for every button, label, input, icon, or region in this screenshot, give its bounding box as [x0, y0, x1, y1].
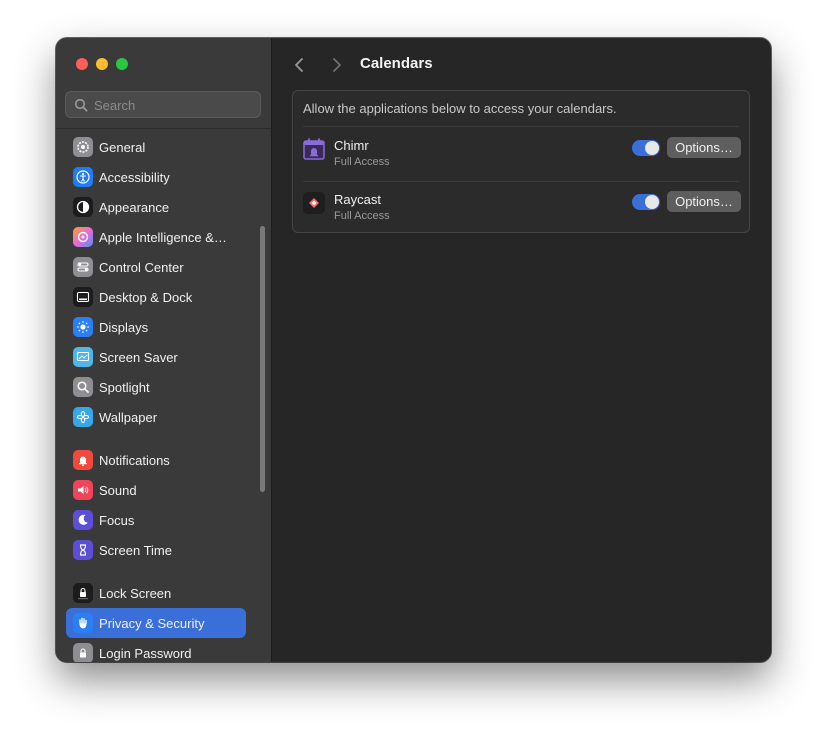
- sidebar-item-appearance[interactable]: Appearance: [66, 192, 246, 222]
- minimize-window-button[interactable]: [96, 58, 108, 70]
- sidebar-item-focus[interactable]: Focus: [66, 505, 246, 535]
- sidebar: General Accessibility Appearance Apple I…: [56, 38, 272, 662]
- app-name: Chimr: [334, 138, 369, 153]
- sidebar-item-privacy-security[interactable]: Privacy & Security: [66, 608, 246, 638]
- calendar-access-panel: Allow the applications below to access y…: [292, 90, 750, 233]
- search-field[interactable]: [65, 91, 261, 118]
- app-access-level: Full Access: [334, 156, 390, 168]
- sidebar-item-label: Displays: [99, 319, 149, 335]
- toggle-knob: [645, 195, 659, 209]
- accessibility-icon: [73, 167, 93, 187]
- search-input[interactable]: [92, 95, 256, 116]
- control-center-icon: [73, 257, 93, 277]
- app-row-raycast: Raycast Full Access Options…: [293, 181, 749, 235]
- sidebar-item-spotlight[interactable]: Spotlight: [66, 372, 246, 402]
- login-password-icon: [73, 643, 93, 662]
- privacy-hand-icon: [73, 613, 93, 633]
- raycast-icon: [303, 192, 325, 214]
- sidebar-item-label: Screen Saver: [99, 349, 178, 365]
- sidebar-item-label: Apple Intelligence &…: [99, 229, 227, 245]
- sidebar-scrollbar[interactable]: [260, 226, 265, 492]
- close-window-button[interactable]: [76, 58, 88, 70]
- sidebar-item-label: Desktop & Dock: [99, 289, 193, 305]
- sidebar-item-label: Wallpaper: [99, 409, 158, 425]
- screen-time-icon: [73, 540, 93, 560]
- search-icon: [74, 98, 88, 112]
- sidebar-item-screen-time[interactable]: Screen Time: [66, 535, 246, 565]
- wallpaper-icon: [73, 407, 93, 427]
- sidebar-item-label: Spotlight: [99, 379, 150, 395]
- apple-intelligence-icon: [73, 227, 93, 247]
- forward-chevron-icon[interactable]: [326, 54, 346, 76]
- chimr-icon: [303, 138, 325, 160]
- dock-icon: [73, 287, 93, 307]
- main-content: Calendars Allow the applications below t…: [272, 38, 771, 662]
- sidebar-item-screen-saver[interactable]: Screen Saver: [66, 342, 246, 372]
- chimr-access-toggle[interactable]: [632, 140, 660, 156]
- sidebar-item-label: Focus: [99, 512, 135, 528]
- sidebar-item-notifications[interactable]: Notifications: [66, 445, 246, 475]
- sidebar-item-login-password[interactable]: Login Password: [66, 638, 246, 662]
- sidebar-item-label: Control Center: [99, 259, 184, 275]
- appearance-icon: [73, 197, 93, 217]
- sidebar-item-sound[interactable]: Sound: [66, 475, 246, 505]
- toggle-knob: [645, 141, 659, 155]
- sidebar-item-lock-screen[interactable]: Lock Screen: [66, 578, 246, 608]
- sidebar-item-label: General: [99, 139, 146, 155]
- sidebar-item-label: Login Password: [99, 645, 192, 661]
- sidebar-item-label: Accessibility: [99, 169, 170, 185]
- sidebar-item-general[interactable]: General: [66, 132, 246, 162]
- notifications-icon: [73, 450, 93, 470]
- app-name: Raycast: [334, 192, 381, 207]
- raycast-access-toggle[interactable]: [632, 194, 660, 210]
- chimr-options-button[interactable]: Options…: [667, 137, 741, 158]
- settings-window: General Accessibility Appearance Apple I…: [56, 38, 771, 662]
- sidebar-item-label: Sound: [99, 482, 137, 498]
- screen-saver-icon: [73, 347, 93, 367]
- sidebar-item-desktop-dock[interactable]: Desktop & Dock: [66, 282, 246, 312]
- sidebar-item-apple-intelligence[interactable]: Apple Intelligence &…: [66, 222, 246, 252]
- back-chevron-icon[interactable]: [290, 54, 310, 76]
- sidebar-list: General Accessibility Appearance Apple I…: [56, 131, 271, 662]
- page-title: Calendars: [360, 55, 433, 72]
- sound-icon: [73, 480, 93, 500]
- lock-screen-icon: [73, 583, 93, 603]
- sidebar-item-label: Lock Screen: [99, 585, 172, 601]
- app-access-level: Full Access: [334, 210, 390, 222]
- displays-icon: [73, 317, 93, 337]
- app-row-chimr: Chimr Full Access Options…: [293, 127, 749, 181]
- sidebar-item-label: Notifications: [99, 452, 170, 468]
- sidebar-item-label: Appearance: [99, 199, 170, 215]
- sidebar-item-wallpaper[interactable]: Wallpaper: [66, 402, 246, 432]
- zoom-window-button[interactable]: [116, 58, 128, 70]
- raycast-options-button[interactable]: Options…: [667, 191, 741, 212]
- sidebar-item-control-center[interactable]: Control Center: [66, 252, 246, 282]
- sidebar-item-accessibility[interactable]: Accessibility: [66, 162, 246, 192]
- sidebar-item-label: Privacy & Security: [99, 615, 205, 631]
- focus-icon: [73, 510, 93, 530]
- gear-icon: [73, 137, 93, 157]
- spotlight-icon: [73, 377, 93, 397]
- sidebar-item-displays[interactable]: Displays: [66, 312, 246, 342]
- panel-description: Allow the applications below to access y…: [303, 101, 617, 116]
- sidebar-item-label: Screen Time: [99, 542, 172, 558]
- sidebar-divider: [56, 128, 271, 129]
